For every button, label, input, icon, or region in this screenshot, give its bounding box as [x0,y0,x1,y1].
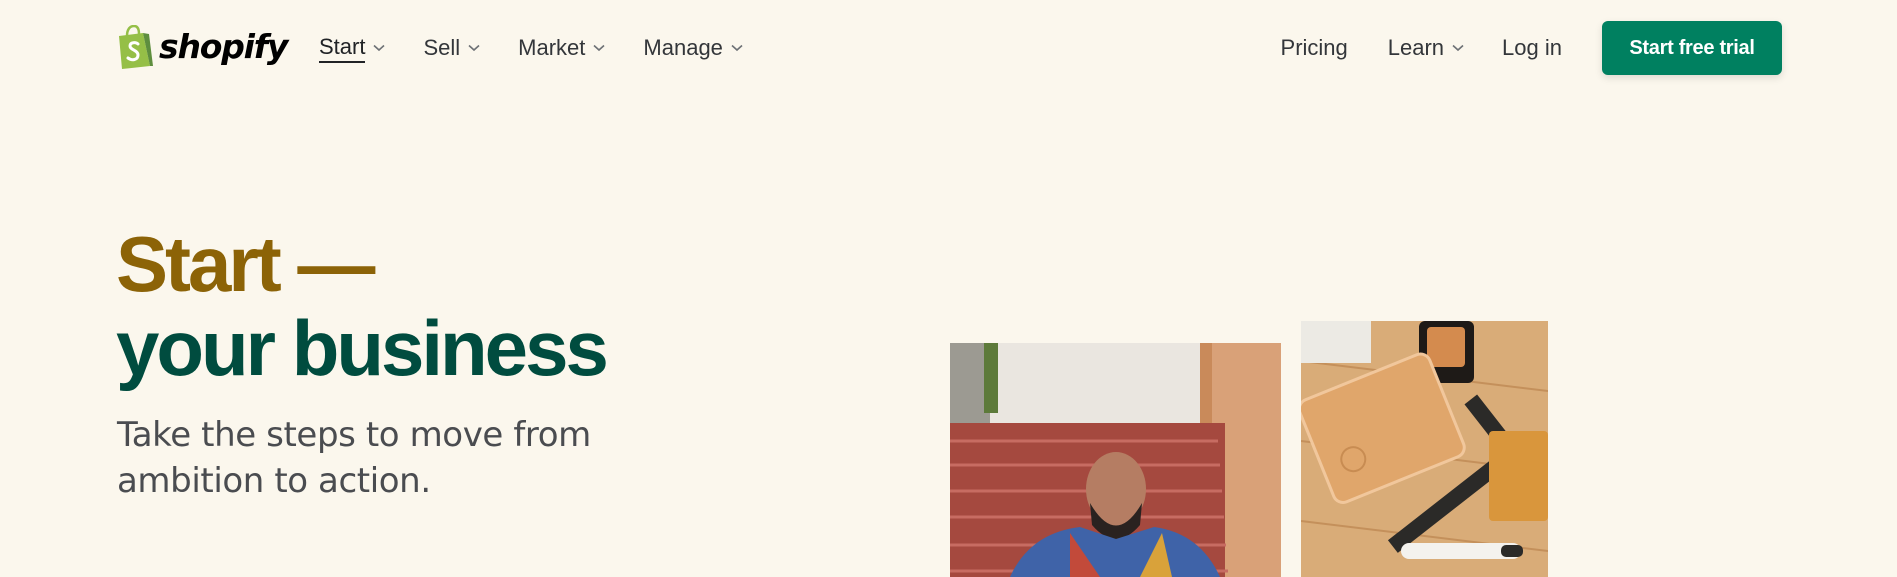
nav-manage-label: Manage [643,35,723,60]
nav-sell-label: Sell [423,35,461,60]
nav-login[interactable]: Log in [1502,30,1562,66]
hero-title-line2: your business [116,304,609,392]
shopify-bag-icon [119,25,153,69]
nav-manage[interactable]: Manage [643,30,743,66]
chevron-down-icon [468,44,480,52]
nav-learn[interactable]: Learn [1388,30,1464,66]
shopify-logo[interactable]: shopify [116,24,288,70]
nav-market[interactable]: Market [518,30,605,66]
hero-title: Start — your business [116,220,609,392]
logo-wordmark: shopify [159,27,288,66]
nav-learn-label: Learn [1387,35,1445,60]
hero-subtitle: Take the steps to move from ambition to … [117,415,591,501]
hero-photo-merchant [950,343,1281,577]
hero-photo-products [1301,321,1548,577]
nav-pricing-label: Pricing [1280,35,1348,60]
start-free-trial-button[interactable]: Start free trial [1602,21,1782,75]
primary-nav: Start Sell Market Manage [319,30,781,66]
site-header: shopify Start Sell Market Manage Pricing… [0,0,1897,98]
nav-market-label: Market [518,35,586,60]
chevron-down-icon [731,44,743,52]
nav-login-label: Log in [1502,35,1562,60]
nav-sell[interactable]: Sell [423,30,480,66]
hero-title-line1: Start — [116,220,375,308]
nav-start-label: Start [319,34,366,63]
secondary-nav: Pricing Learn Log in Start free trial [1281,21,1782,75]
nav-start[interactable]: Start [319,30,386,66]
nav-pricing[interactable]: Pricing [1281,30,1348,66]
chevron-down-icon [593,44,605,52]
chevron-down-icon [1452,44,1464,52]
chevron-down-icon [373,44,386,52]
